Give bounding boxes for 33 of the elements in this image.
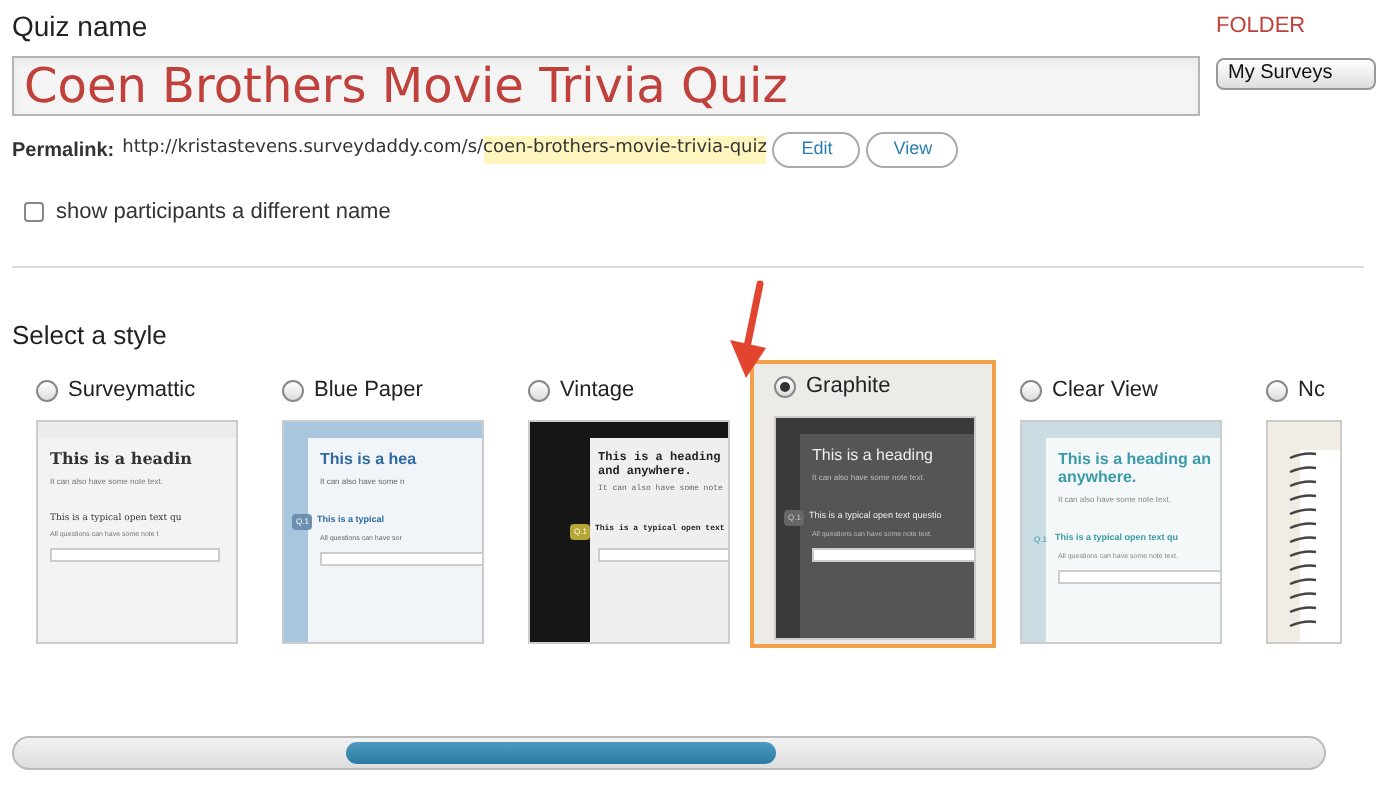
section-title: Select a style bbox=[12, 317, 169, 354]
permalink-url: http://kristastevens.surveydaddy.com/s/ bbox=[122, 136, 484, 163]
folder-label: FOLDER bbox=[1216, 12, 1308, 42]
folder-dropdown[interactable]: My Surveys bbox=[1216, 58, 1376, 90]
permalink-label: Permalink: bbox=[12, 137, 115, 165]
preview-heading: This is a headin bbox=[50, 450, 194, 468]
style-name: Nc bbox=[1298, 375, 1325, 406]
quiz-name-field[interactable]: Coen Brothers Movie Trivia Quiz bbox=[12, 56, 1200, 116]
checkbox-label: show participants a different name bbox=[56, 198, 391, 228]
permalink-slug: coen-brothers-movie-trivia-quiz bbox=[483, 136, 767, 164]
preview-heading: This is a heading an anywhere. bbox=[1058, 450, 1213, 486]
preview-heading: This is a hea bbox=[320, 450, 419, 468]
preview-input-field bbox=[598, 548, 728, 562]
field-label: Quiz name bbox=[12, 8, 150, 46]
style-name: Surveymattic bbox=[68, 375, 196, 406]
style-name: Blue Paper bbox=[314, 375, 423, 406]
scrollbar-thumb[interactable] bbox=[346, 742, 776, 764]
annotation-arrow bbox=[728, 280, 772, 380]
edit-button[interactable]: Edit bbox=[772, 132, 861, 168]
style-name: Graphite bbox=[806, 371, 891, 402]
checkbox[interactable] bbox=[24, 202, 44, 223]
radio-button[interactable] bbox=[282, 379, 304, 401]
radio-button[interactable] bbox=[528, 379, 550, 401]
radio-button[interactable] bbox=[774, 375, 796, 397]
preview-heading: This is a heading bbox=[812, 446, 935, 464]
style-name: Vintage bbox=[560, 375, 635, 406]
style-name: Clear View bbox=[1052, 375, 1158, 406]
style-preview[interactable] bbox=[1266, 420, 1342, 644]
radio-button[interactable] bbox=[1266, 379, 1288, 401]
radio-button[interactable] bbox=[1020, 379, 1042, 401]
radio-button[interactable] bbox=[36, 379, 58, 401]
view-button[interactable]: View bbox=[866, 132, 959, 168]
horizontal-scrollbar[interactable] bbox=[12, 736, 1326, 770]
